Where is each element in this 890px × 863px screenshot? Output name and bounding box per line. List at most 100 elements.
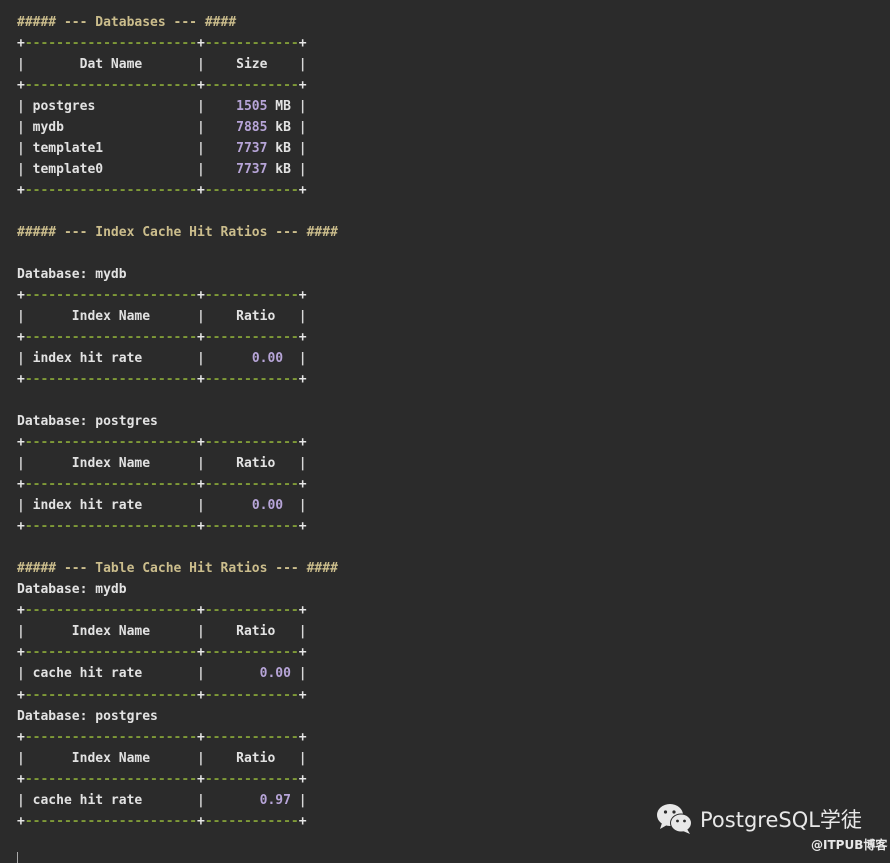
table-border-pipe: | (17, 57, 25, 73)
table-border-corner: + (298, 813, 307, 829)
cell-text (205, 99, 236, 114)
table-border-dash: ---------------------- (24, 78, 198, 94)
numeric-value: 7737 (236, 162, 268, 178)
heading-text: ##### --- Index Cache Hit Ratios --- ###… (17, 225, 338, 241)
wechat-icon (657, 804, 692, 834)
table-border-corner: + (17, 435, 25, 451)
table-border-pipe: | (197, 141, 205, 157)
cell-text (291, 666, 299, 681)
table-border-dash: ---------------------- (24, 330, 198, 346)
table-border-dash: ---------------------- (24, 519, 198, 535)
cell-text (205, 141, 236, 156)
terminal-line: +----------------------+------------+ (17, 600, 338, 621)
table-border-corner: + (298, 477, 307, 493)
table-border-pipe: | (298, 120, 307, 136)
table-border-corner: + (197, 687, 205, 703)
watermark-title: PostgreSQL学徒 (700, 808, 862, 832)
table-border-dash: ---------------------- (24, 477, 198, 493)
cell-text: Index Name (24, 456, 198, 472)
table-border-pipe: | (197, 309, 205, 325)
terminal-line: +----------------------+------------+ (17, 769, 338, 790)
table-border-corner: + (197, 78, 205, 94)
table-border-dash: ------------ (204, 813, 299, 829)
terminal-line: +----------------------+------------+ (17, 369, 338, 390)
cell-text: kB (267, 162, 299, 178)
cell-text: Size (204, 57, 299, 73)
cell-text: MB (267, 99, 299, 115)
table-border-corner: + (298, 372, 307, 388)
table-border-dash: ------------ (204, 36, 299, 52)
table-border-corner: + (17, 477, 25, 493)
cell-text (205, 120, 236, 135)
cell-text (205, 351, 252, 366)
terminal-line: | template0 | 7737 kB | (17, 159, 338, 180)
terminal-line: +----------------------+------------+ (17, 327, 338, 348)
table-border-corner: + (197, 36, 205, 52)
table-border-dash: ------------ (204, 288, 299, 304)
table-border-dash: ---------------------- (24, 645, 198, 661)
table-border-pipe: | (197, 120, 205, 136)
terminal-line: +----------------------+------------+ (17, 642, 338, 663)
table-border-dash: ------------ (204, 477, 299, 493)
cell-text (291, 793, 299, 808)
terminal-line: Database: postgres (17, 706, 338, 727)
table-border-dash: ------------ (204, 183, 299, 199)
numeric-value: 0.00 (259, 666, 291, 682)
cell-text: Dat Name (24, 57, 198, 73)
cell-text: index hit rate (24, 498, 198, 514)
numeric-value: 7737 (236, 141, 268, 157)
terminal-line: | index hit rate | 0.00 | (17, 495, 338, 516)
table-border-corner: + (197, 372, 205, 388)
table-border-pipe: | (197, 666, 205, 682)
numeric-value: 0.97 (259, 792, 291, 808)
numeric-value: 0.00 (251, 351, 284, 367)
table-border-corner: + (298, 645, 307, 661)
table-border-pipe: | (197, 624, 205, 640)
table-border-dash: ---------------------- (24, 729, 198, 745)
table-border-pipe: | (197, 456, 205, 472)
table-border-dash: ---------------------- (24, 435, 198, 451)
table-border-corner: + (17, 813, 25, 829)
table-border-corner: + (17, 372, 25, 388)
terminal-line: +----------------------+------------+ (17, 432, 338, 453)
cell-text: Ratio (204, 309, 299, 325)
cell-text: Index Name (24, 624, 198, 640)
table-border-corner: + (17, 519, 25, 535)
watermark-subtitle: @ITPUB博客 (811, 838, 888, 852)
table-border-corner: + (298, 603, 307, 619)
table-border-dash: ------------ (204, 435, 299, 451)
terminal-line: +----------------------+------------+ (17, 180, 338, 201)
cell-text: index hit rate (24, 351, 198, 367)
watermark: PostgreSQL学徒 (656, 803, 862, 835)
text-cursor (17, 852, 18, 863)
table-border-dash: ---------------------- (24, 771, 198, 787)
table-border-pipe: | (298, 666, 307, 682)
table-border-dash: ------------ (204, 771, 299, 787)
table-border-pipe: | (17, 120, 25, 136)
table-border-corner: + (17, 603, 25, 619)
table-border-corner: + (298, 729, 307, 745)
terminal-line: | cache hit rate | 0.00 | (17, 663, 338, 684)
numeric-value: 0.00 (251, 498, 284, 514)
table-border-pipe: | (298, 351, 307, 367)
terminal-line: +----------------------+------------+ (17, 33, 338, 54)
table-border-dash: ------------ (204, 519, 299, 535)
table-border-corner: + (17, 183, 25, 199)
cell-text (205, 666, 260, 681)
table-border-corner: + (17, 78, 25, 94)
terminal-line: +----------------------+------------+ (17, 685, 338, 706)
table-border-corner: + (197, 288, 205, 304)
table-border-pipe: | (298, 162, 307, 178)
table-border-corner: + (17, 729, 25, 745)
terminal-line: | mydb | 7885 kB | (17, 117, 338, 138)
table-border-pipe: | (17, 309, 25, 325)
cell-text: Ratio (204, 750, 299, 766)
cell-text (205, 162, 236, 177)
terminal-line: ##### --- Databases --- #### (17, 12, 338, 33)
table-border-corner: + (17, 645, 25, 661)
table-border-pipe: | (298, 456, 307, 472)
table-border-pipe: | (17, 792, 25, 808)
table-border-pipe: | (17, 498, 25, 514)
